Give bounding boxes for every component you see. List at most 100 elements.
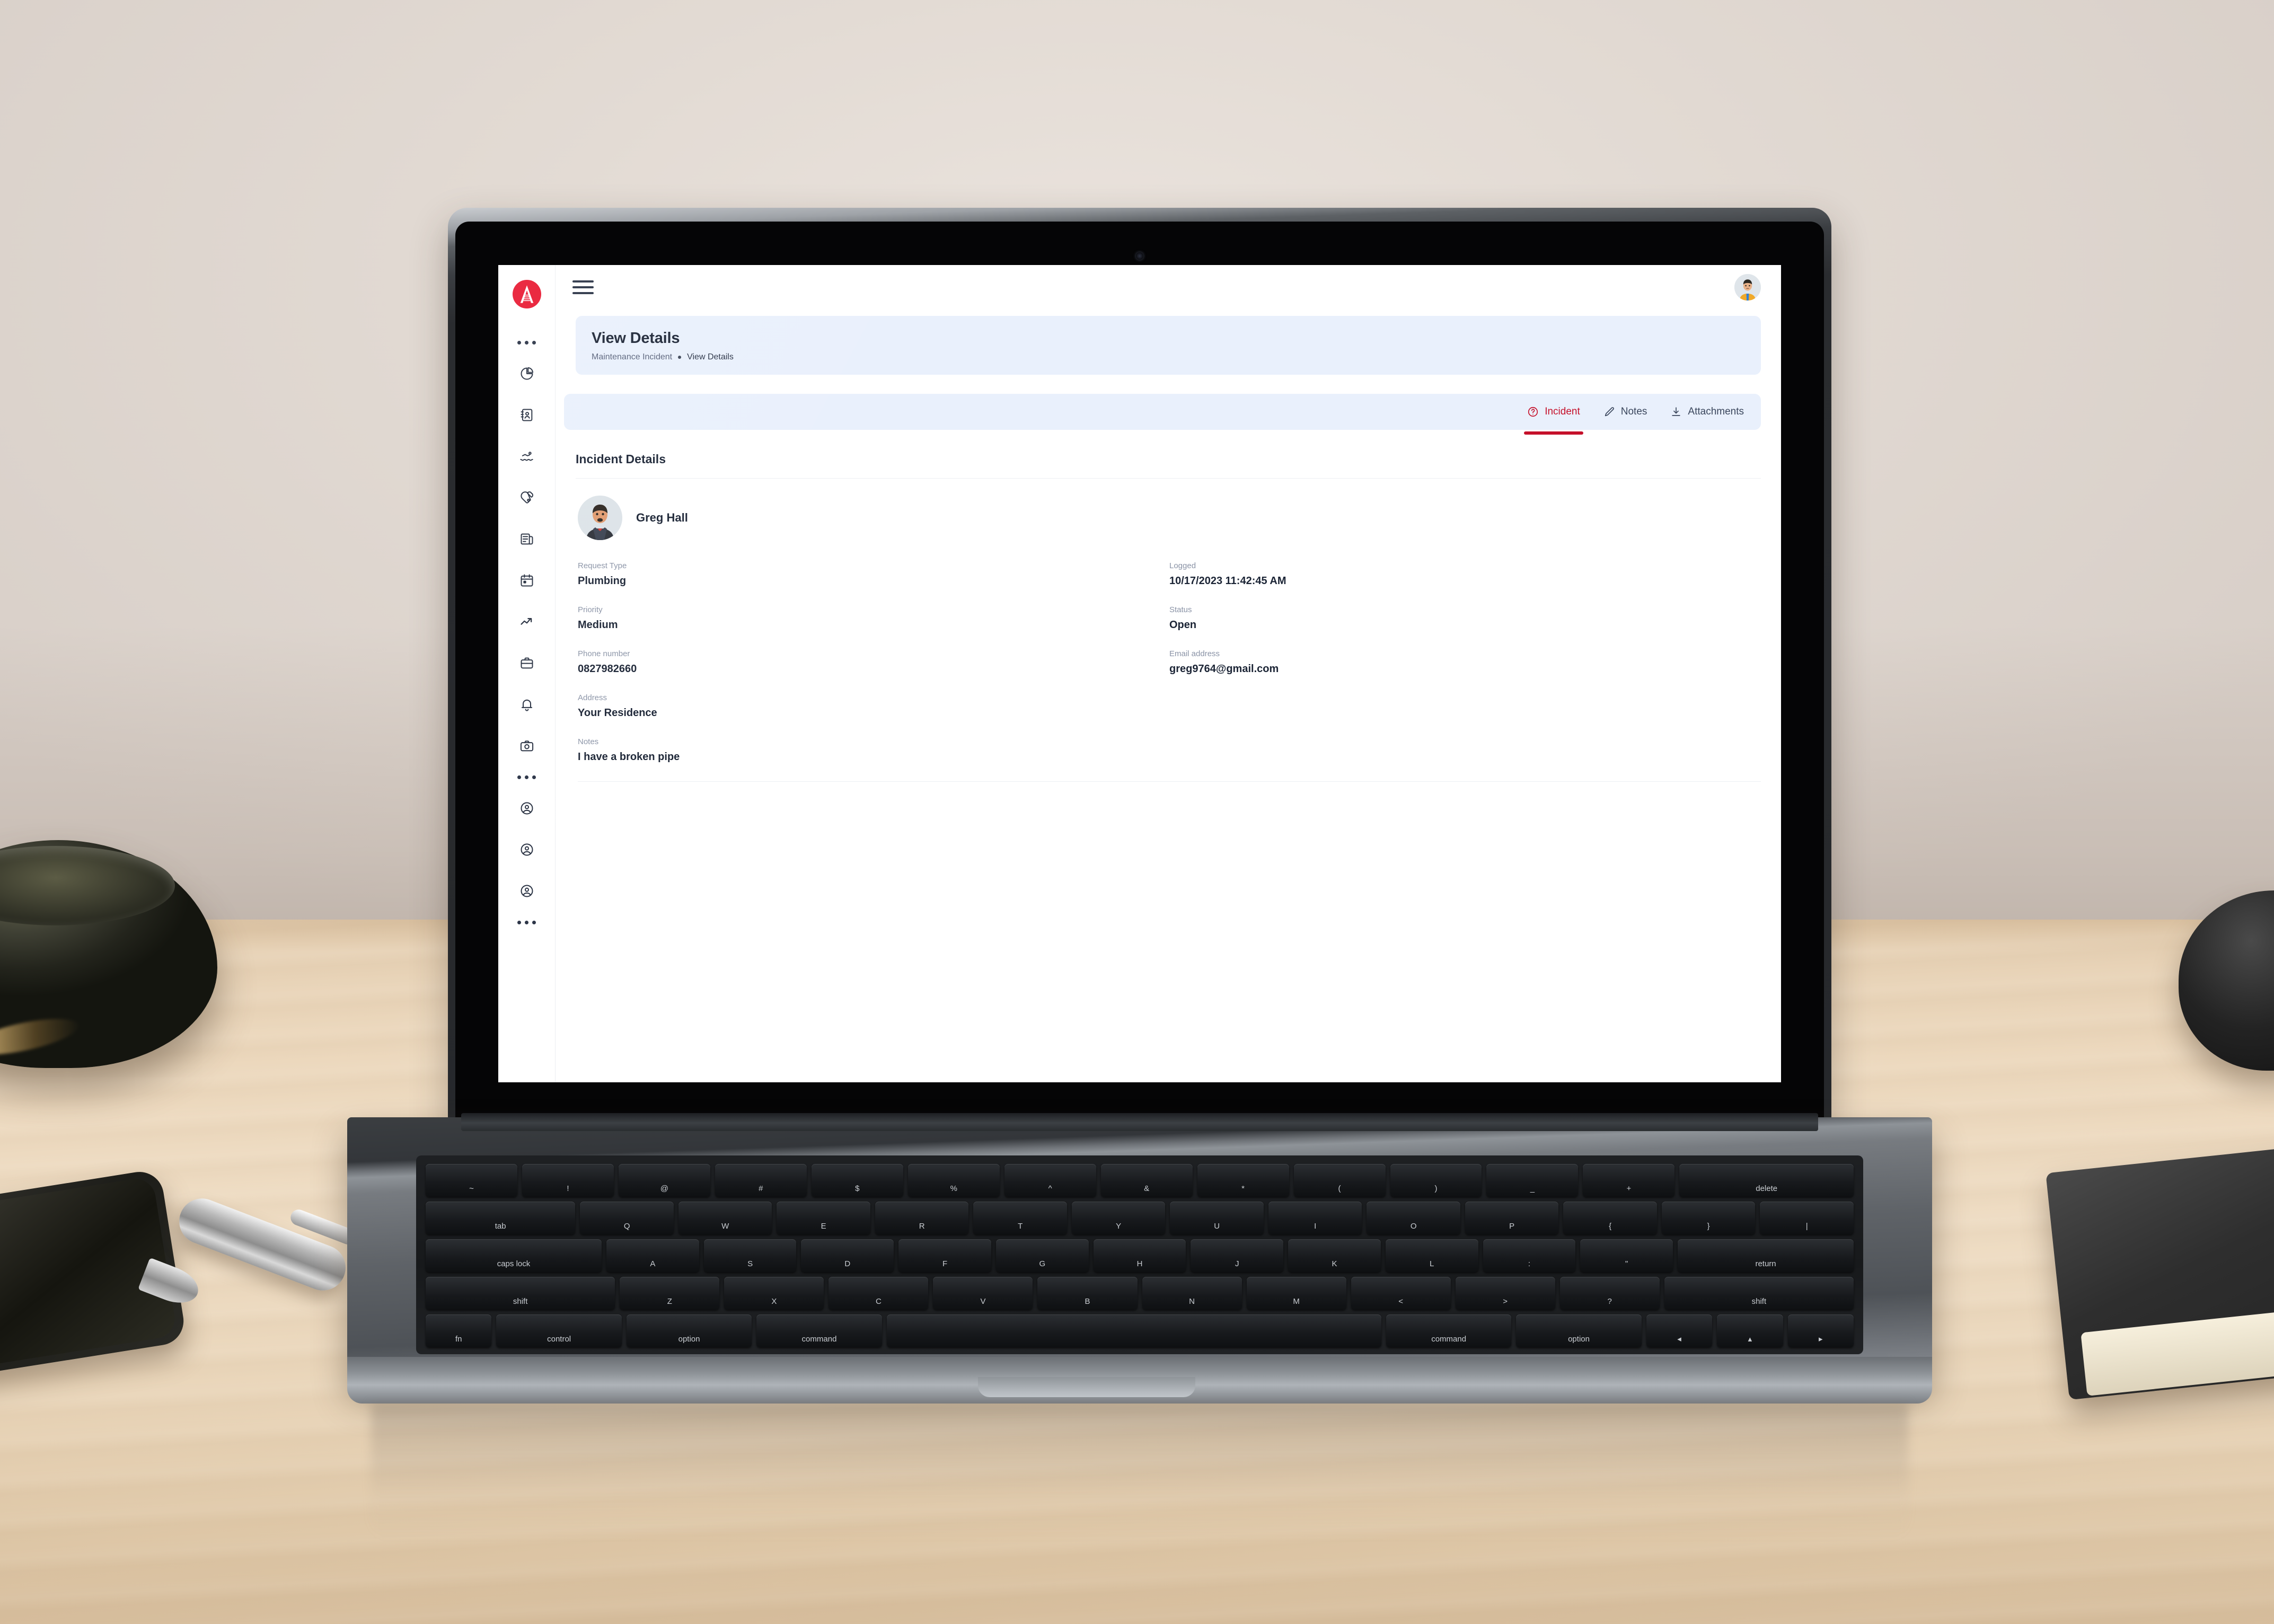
field-value: Your Residence [578,707,657,719]
section-bottom-divider [578,781,1761,782]
swimmer-icon [519,449,534,464]
field-logged: Logged 10/17/2023 11:42:45 AM [1169,561,1761,587]
user-circle-icon [519,801,534,816]
keyboard-row-5: fn control option command command option ◂ ▴ ▸ [426,1314,1854,1347]
keyboard-row-4: shift Z X C V B N M < >? shift [426,1277,1854,1310]
keyboard-key: $ [811,1164,903,1197]
keyboard-key: C [828,1277,929,1310]
keyboard-key: ▴ [1717,1314,1783,1347]
sidebar-item-user-2[interactable] [515,837,539,862]
sidebar-item-news[interactable] [515,527,539,551]
field-request-type: Request Type Plumbing [578,561,1169,587]
keyboard-key: < [1351,1277,1451,1310]
field-empty [1169,737,1761,763]
field-label: Logged [1169,561,1196,570]
field-label: Priority [578,605,603,614]
field-value: Plumbing [578,575,627,587]
sidebar-item-pie-chart[interactable] [515,361,539,386]
keyboard-key: E [777,1202,870,1234]
user-circle-icon [519,884,534,898]
keyboard-key [886,1314,1381,1347]
field-row: Notes I have a broken pipe [578,737,1761,763]
calendar-icon [519,573,534,588]
sidebar-divider-bottom [517,912,536,933]
field-status: Status Open [1169,605,1761,631]
keyboard-key: M [1246,1277,1346,1310]
active-tab-indicator [1524,431,1583,435]
sidebar-item-briefcase[interactable] [515,651,539,675]
keyboard-key: K [1288,1239,1381,1272]
sidebar-item-calendar[interactable] [515,568,539,593]
field-address: Address Your Residence [578,693,1169,719]
keyboard-key: S [703,1239,797,1272]
keyboard-key: _ [1486,1164,1579,1197]
keyboard-row-3: caps lock A S D F G H J K L: " return [426,1239,1854,1272]
field-label: Phone number [578,649,630,658]
breadcrumb: Maintenance Incident View Details [592,352,1745,362]
field-notes: Notes I have a broken pipe [578,737,1169,763]
keyboard-key: fn [426,1314,492,1347]
keyboard-key: D [801,1239,894,1272]
keyboard-key: command [1386,1314,1512,1347]
keyboard-key: * [1197,1164,1289,1197]
avatar[interactable] [1734,274,1761,301]
sidebar-item-table-tennis[interactable] [515,486,539,510]
keyboard-key: N [1142,1277,1242,1310]
field-label: Request Type [578,561,627,570]
sidebar-item-address-book[interactable] [515,403,539,427]
keyboard-key: Z [620,1277,720,1310]
keyboard-key: delete [1679,1164,1854,1197]
keyboard-key: command [756,1314,882,1347]
company-logo[interactable] [512,280,541,308]
field-email-address: Email address greg9764@gmail.com [1169,649,1761,675]
keyboard-key: % [907,1164,1000,1197]
desk-photo-scene: View Details Maintenance Incident View D… [0,0,2274,1624]
tab-incident[interactable]: Incident [1515,394,1592,435]
breadcrumb-parent[interactable]: Maintenance Incident [592,352,672,362]
laptop-hinge [461,1113,1818,1131]
keyboard-key: F [898,1239,991,1272]
sidebar-item-camera[interactable] [515,734,539,758]
tab-attachments-label: Attachments [1688,406,1744,417]
keyboard-key: ^ [1004,1164,1096,1197]
field-priority: Priority Medium [578,605,1169,631]
tab-notes[interactable]: Notes [1592,394,1659,430]
field-empty [1169,693,1761,719]
person-row: Greg Hall [576,496,1761,540]
keyboard-key: shift [1664,1277,1854,1310]
sidebar [498,265,556,1082]
keyboard-key: H [1093,1239,1186,1272]
sidebar-item-trending[interactable] [515,610,539,634]
tab-attachments[interactable]: Attachments [1659,394,1756,430]
keyboard-key: caps lock [426,1239,602,1272]
status-badge: Open [1169,619,1197,631]
sidebar-item-notifications[interactable] [515,692,539,717]
sidebar-item-swimming[interactable] [515,444,539,469]
keyboard-key: @ [618,1164,710,1197]
newspaper-icon [519,532,534,546]
field-value: Medium [578,619,618,631]
keyboard-key: ( [1293,1164,1386,1197]
keyboard-key: ? [1559,1277,1660,1310]
sidebar-item-user-1[interactable] [515,796,539,820]
address-book-icon [519,408,534,422]
sidebar-item-user-3[interactable] [515,879,539,903]
field-label: Address [578,693,607,702]
keyboard-key: ) [1390,1164,1482,1197]
keyboard-key: control [496,1314,622,1347]
keyboard-key: J [1191,1239,1284,1272]
page-header: View Details Maintenance Incident View D… [576,316,1761,375]
trending-up-icon [519,614,534,629]
keyboard-key: A [606,1239,699,1272]
hamburger-menu-icon[interactable] [572,277,594,298]
main-area: View Details Maintenance Incident View D… [556,265,1781,1082]
keyboard-key: option [626,1314,752,1347]
keyboard-key: ▸ [1787,1314,1854,1347]
field-label: Status [1169,605,1192,614]
field-value: I have a broken pipe [578,751,680,763]
camera-icon [519,738,534,753]
table-tennis-icon [519,490,534,505]
field-row: Address Your Residence [578,693,1761,719]
section-title: Incident Details [576,452,1761,479]
page-title: View Details [592,330,680,347]
